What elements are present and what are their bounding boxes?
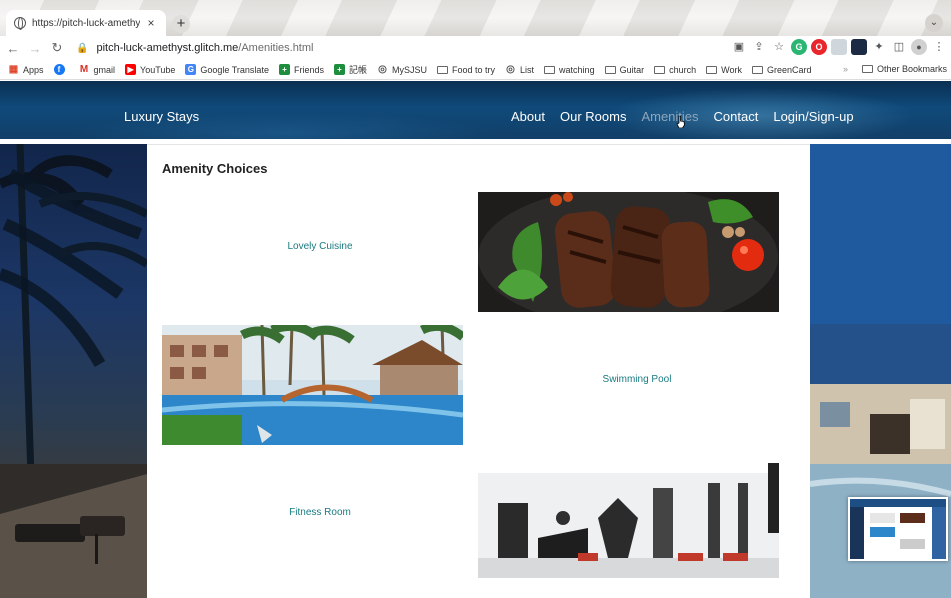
folder-icon bbox=[706, 65, 718, 74]
puzzle-extensions-icon[interactable]: ✦ bbox=[871, 39, 887, 55]
browser-toolbar: ← → ↻ 🔒 pitch-luck-amethyst.glitch.me/Am… bbox=[0, 36, 951, 60]
other-bookmarks[interactable]: Other Bookmarks bbox=[877, 64, 947, 74]
reload-icon[interactable]: ↻ bbox=[48, 40, 66, 56]
bookmark-mysjsu[interactable]: ◎ MySJSU bbox=[377, 64, 427, 75]
bookmark-label: Apps bbox=[23, 64, 44, 75]
bookmark-friends[interactable]: + Friends bbox=[278, 64, 324, 75]
bookmark-label: Google Translate bbox=[200, 64, 269, 75]
tab-search-icon[interactable]: ⌄ bbox=[925, 14, 943, 32]
globe-icon bbox=[14, 17, 26, 30]
translate-icon: G bbox=[185, 64, 197, 75]
background-photo-left bbox=[0, 144, 147, 598]
bookmark-label: gmail bbox=[93, 64, 116, 75]
folder-icon bbox=[604, 65, 616, 74]
screenshot-thumbnail[interactable] bbox=[848, 497, 948, 561]
bookmark-gmail[interactable]: M gmail bbox=[79, 64, 116, 75]
browser-tab[interactable]: https://pitch-luck-amethyst.gl × bbox=[6, 10, 166, 36]
folder-icon bbox=[751, 65, 763, 74]
bookmark-guitar[interactable]: Guitar bbox=[604, 64, 645, 75]
bookmark-apps[interactable]: ▦ Apps bbox=[8, 64, 44, 75]
bookmark-greencard[interactable]: GreenCard bbox=[751, 64, 812, 75]
folder-icon bbox=[437, 65, 448, 74]
bookmark-work[interactable]: Work bbox=[706, 65, 742, 75]
nav-about[interactable]: About bbox=[511, 109, 545, 124]
bookmark-label: Friends bbox=[293, 64, 324, 75]
bookmark-label: Guitar bbox=[619, 64, 645, 75]
bookmark-label: watching bbox=[559, 64, 595, 75]
globe-icon: ◎ bbox=[378, 64, 387, 75]
hand-cursor-icon bbox=[676, 116, 685, 128]
nav-amenities[interactable]: Amenities bbox=[641, 109, 698, 124]
green-plus-icon: + bbox=[278, 64, 290, 75]
url-host: pitch-luck-amethyst.glitch.me bbox=[96, 42, 239, 54]
bookmark-label: MySJSU bbox=[391, 64, 427, 75]
bookmarks-overflow-icon[interactable]: » bbox=[843, 64, 848, 74]
bookmarks-right: » Other Bookmarks bbox=[843, 64, 947, 74]
bookmark-food-to-try[interactable]: Food to try bbox=[437, 65, 495, 75]
bookmark-label: church bbox=[669, 64, 697, 75]
bookmark-label: List bbox=[520, 64, 535, 75]
grilled-meat-photo bbox=[478, 192, 779, 312]
facebook-icon: f bbox=[53, 64, 65, 75]
folder-icon bbox=[654, 65, 666, 74]
bookmark-list[interactable]: ◎ List bbox=[505, 64, 534, 75]
new-tab-button[interactable]: + bbox=[172, 15, 190, 33]
palm-tree-silhouette bbox=[0, 144, 147, 598]
browser-window: https://pitch-luck-amethyst.gl × + ⌄ ← →… bbox=[0, 0, 951, 598]
side-panel-icon[interactable]: ◫ bbox=[891, 39, 907, 55]
bookmark-label: Work bbox=[721, 64, 742, 75]
bookmark-youtube[interactable]: ▶ YouTube bbox=[125, 64, 175, 75]
back-icon[interactable]: ← bbox=[4, 41, 22, 56]
bookmark-label: YouTube bbox=[140, 64, 176, 75]
gym-equipment-photo bbox=[478, 458, 779, 578]
amenity-swimming-pool-link[interactable]: Swimming Pool bbox=[487, 374, 787, 385]
url-path: /Amenities.html bbox=[238, 42, 314, 54]
youtube-icon: ▶ bbox=[125, 64, 137, 75]
close-tab-icon[interactable]: × bbox=[144, 16, 158, 30]
bookmark-label: 記帳 bbox=[348, 65, 367, 75]
tab-title: https://pitch-luck-amethyst.gl bbox=[32, 17, 140, 29]
share-icon[interactable]: ⇪ bbox=[751, 39, 767, 55]
grammarly-extension-icon[interactable]: G bbox=[791, 39, 807, 55]
site-brand[interactable]: Luxury Stays bbox=[124, 109, 199, 124]
nav-contact[interactable]: Contact bbox=[714, 109, 759, 124]
screen-recorder-extension-icon[interactable] bbox=[851, 39, 867, 55]
profile-avatar-icon[interactable]: ● bbox=[911, 39, 927, 55]
folder-icon bbox=[544, 65, 556, 74]
main-content: Amenity Choices Lovely Cuisine Swimming … bbox=[147, 144, 810, 598]
bookmarks-bar: ▦ Apps f M gmail ▶ YouTube G Google Tran… bbox=[0, 60, 951, 80]
folder-icon bbox=[861, 65, 873, 73]
gmail-icon: M bbox=[79, 64, 89, 75]
apps-grid-icon: ▦ bbox=[8, 64, 19, 75]
green-plus-icon: + bbox=[333, 64, 345, 75]
extension-icon[interactable] bbox=[831, 39, 847, 55]
toolbar-icons: ▣ ⇪ ☆ G O ✦ ◫ ● ⋮ bbox=[731, 39, 947, 55]
bookmark-label: Food to try bbox=[452, 64, 496, 75]
translate-page-icon[interactable]: ▣ bbox=[731, 39, 747, 55]
bookmark-watching[interactable]: watching bbox=[544, 65, 595, 75]
opera-extension-icon[interactable]: O bbox=[811, 39, 827, 55]
nav-our-rooms[interactable]: Our Rooms bbox=[560, 109, 626, 124]
amenity-lovely-cuisine-link[interactable]: Lovely Cuisine bbox=[170, 241, 470, 252]
resort-pool-photo bbox=[162, 325, 463, 445]
nav-login-signup[interactable]: Login/Sign-up bbox=[773, 109, 853, 124]
bookmark-star-icon[interactable]: ☆ bbox=[771, 39, 787, 55]
forward-icon[interactable]: → bbox=[26, 41, 44, 56]
lock-icon[interactable]: 🔒 bbox=[76, 43, 88, 54]
bookmark-google-translate[interactable]: G Google Translate bbox=[185, 64, 269, 75]
menu-kebab-icon[interactable]: ⋮ bbox=[931, 39, 947, 55]
bookmark-church[interactable]: church bbox=[654, 65, 696, 75]
amenity-fitness-room-link[interactable]: Fitness Room bbox=[170, 507, 470, 518]
globe-icon: ◎ bbox=[506, 64, 515, 75]
page-title: Amenity Choices bbox=[162, 161, 268, 176]
tab-strip: https://pitch-luck-amethyst.gl × + ⌄ bbox=[0, 0, 951, 36]
bookmark-label: GreenCard bbox=[766, 64, 812, 75]
site-header: Luxury Stays About Our Rooms Amenities C… bbox=[0, 81, 951, 139]
bookmark-accounting[interactable]: + 記帳 bbox=[333, 63, 367, 76]
address-bar[interactable]: 🔒 pitch-luck-amethyst.glitch.me/Amenitie… bbox=[76, 39, 706, 57]
bookmark-facebook[interactable]: f bbox=[53, 64, 69, 75]
